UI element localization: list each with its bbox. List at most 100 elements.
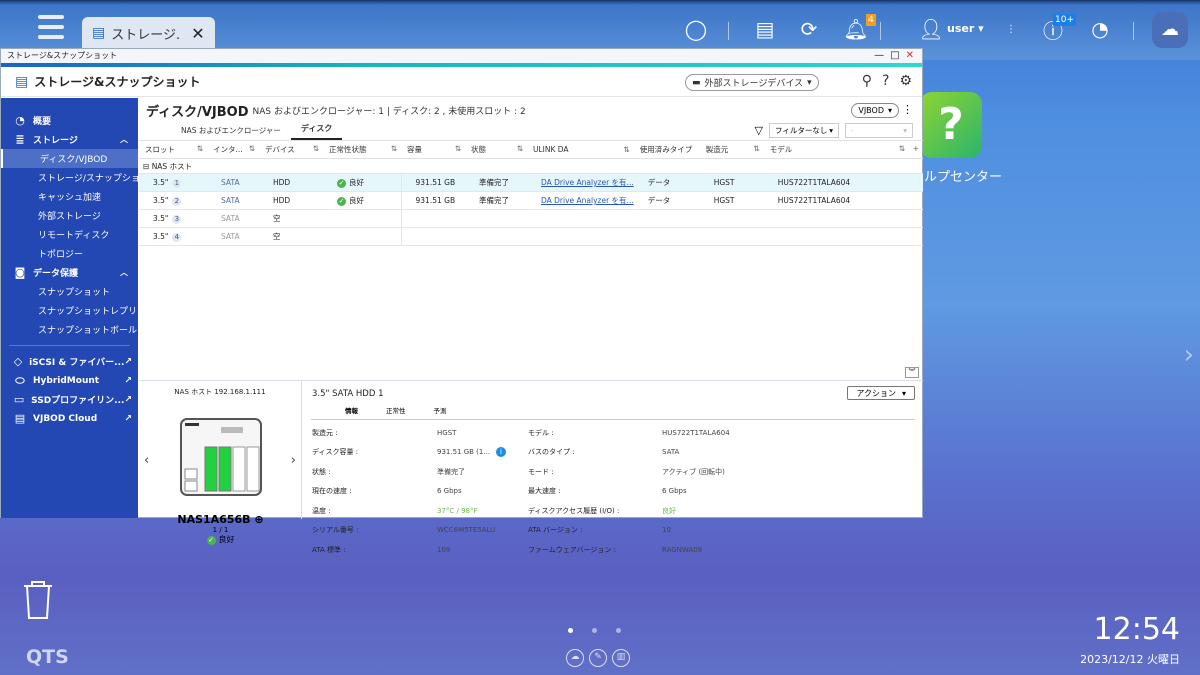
vjbod-dropdown[interactable]: VJBOD ▾ <box>851 103 899 118</box>
chevron-down-icon: ▾ <box>807 77 812 88</box>
sidebar-item-remote-disk[interactable]: リモートディスク <box>1 225 138 244</box>
col-capacity[interactable]: 容量 ⇅ <box>401 140 465 159</box>
detail-row: シリアル番号 : WCC6M5TE5ALU ATA バージョン :10 <box>312 526 671 535</box>
table-row[interactable]: 3.5" 3 SATA 空 <box>139 209 923 228</box>
gear-icon[interactable]: ⚙ <box>899 73 912 89</box>
table-row[interactable]: 3.5" 4 SATA 空 <box>139 227 923 246</box>
col-health[interactable]: 正常性状態 ⇅ <box>323 140 401 159</box>
sidebar-item-storage-snapshots[interactable]: ストレージ/スナップショ... <box>1 168 138 187</box>
more-options-icon[interactable]: ⋮ <box>998 16 1024 42</box>
sidebar-label: スナップショットボールト <box>38 326 138 336</box>
trash-icon[interactable] <box>22 578 54 620</box>
chevron-up-icon: ︿ <box>120 135 128 144</box>
sidebar-item-storage[interactable]: ≣ ストレージ ︿ <box>1 130 138 149</box>
table-row[interactable]: 3.5" 1 SATA HDD ✓ 良好 931.51 GB 準備完了 DA Drive… <box>139 173 923 192</box>
prev-device-arrow[interactable]: ‹ <box>144 453 149 468</box>
close-tab-icon[interactable]: ✕ <box>191 24 204 43</box>
filter-select[interactable]: フィルターなし ▾ <box>769 123 839 138</box>
summary-text: NAS およびエンクロージャー: 1 | ディスク: 2 , 未使用スロット :… <box>252 106 526 117</box>
external-link-icon: ↗ <box>124 394 132 405</box>
external-storage-dropdown[interactable]: ▬ 外部ストレージデバイス ▾ <box>685 74 819 91</box>
app-title: ストレージ&スナップショット <box>34 75 201 89</box>
chevron-down-icon: ▾ <box>901 388 906 398</box>
external-device-icon[interactable]: ⟳ <box>796 16 822 42</box>
col-vendor[interactable]: 製造元 ⇅ <box>699 140 764 159</box>
info-icon[interactable]: i <box>496 447 507 458</box>
device-panel: NAS ホスト 192.168.1.111 ‹ › NAS1A656B ⊕ 1 … <box>139 381 302 545</box>
collapse-icon[interactable]: ⊟ <box>143 162 149 171</box>
tab-prediction[interactable]: 予測 <box>434 405 447 415</box>
drive-analyzer-link[interactable]: DA Drive Analyzer を有... <box>541 196 634 205</box>
page-title: ディスク/VJBOD <box>146 104 249 120</box>
more-options-icon[interactable]: ⋮ <box>902 103 913 116</box>
main-menu-button[interactable] <box>38 15 64 39</box>
qts-logo: QTS <box>26 646 69 668</box>
col-model[interactable]: モデル ⇅ + <box>763 140 923 159</box>
cloud-icon[interactable]: ☁ <box>1152 12 1188 48</box>
sidebar-item-snapshot[interactable]: スナップショット <box>1 282 138 301</box>
page-dot[interactable] <box>592 628 597 633</box>
tab-info[interactable]: 情報 <box>345 405 358 415</box>
page-dot[interactable] <box>568 628 573 633</box>
device-page: 1 / 1 <box>212 526 229 534</box>
sidebar-item-vjbod-cloud[interactable]: ▤ VJBOD Cloud ↗ <box>1 409 138 428</box>
tab-nas-enclosures[interactable]: NAS およびエンクロージャー <box>171 125 291 140</box>
maximize-button[interactable]: □ <box>890 49 899 63</box>
action-dropdown[interactable]: アクション ▾ <box>847 386 915 400</box>
table-row[interactable]: 3.5" 2 SATA HDD ✓ 良好 931.51 GB 準備完了 DA Drive… <box>139 191 923 210</box>
help-icon[interactable]: ? <box>882 73 889 89</box>
user-menu[interactable]: user ▾ <box>947 22 984 35</box>
sidebar-item-snapshot-vault[interactable]: スナップショットボールト <box>1 320 138 339</box>
zoom-in-icon[interactable]: ⊕ <box>254 513 263 526</box>
app-tab-storage[interactable]: ▤ ストレージ... ✕ <box>82 17 215 49</box>
user-avatar-icon[interactable]: 👤︎ <box>918 16 944 42</box>
add-column-icon: + <box>912 144 919 153</box>
sidebar-item-ssd-profiling[interactable]: ▭ SSDプロファイリン... ↗ <box>1 390 138 409</box>
diagnose-icon[interactable]: ⚲ <box>862 73 872 89</box>
tab-health[interactable]: 正常性 <box>386 405 406 415</box>
col-ulink-da[interactable]: ULINK DA ⇅ <box>527 140 634 159</box>
sidebar-item-hybridmount[interactable]: ⬭ HybridMount ↗ <box>1 371 138 390</box>
col-device[interactable]: デバイス ⇅ <box>259 140 323 159</box>
utility-icon[interactable]: ✎ <box>589 649 607 667</box>
minimize-button[interactable]: — <box>874 49 884 63</box>
filter-icon[interactable]: ▽ <box>755 124 763 137</box>
tab-disks[interactable]: ディスク <box>290 123 343 140</box>
myqnapcloud-icon[interactable]: ☁ <box>566 649 584 667</box>
sidebar-item-data-protection[interactable]: ◙ データ保護 ︿ <box>1 263 138 282</box>
sidebar-item-snapshot-replica[interactable]: スナップショットレプリカ <box>1 301 138 320</box>
sidebar-item-overview[interactable]: ◔ 概要 <box>1 111 138 130</box>
collapse-panel-button[interactable]: ︾ <box>905 367 919 378</box>
close-window-button[interactable]: ✕ <box>906 49 914 63</box>
drive-analyzer-link[interactable]: DA Drive Analyzer を有... <box>541 178 634 187</box>
sidebar-item-iscsi[interactable]: ◇ iSCSI & ファイバー... ↗ <box>1 352 138 371</box>
group-row[interactable]: ⊟ NAS ホスト <box>139 158 923 174</box>
next-device-arrow[interactable]: › <box>291 453 296 468</box>
col-status[interactable]: 状態 ⇅ <box>465 140 527 159</box>
sidebar-item-disks-vjbod[interactable]: ディスク/VJBOD <box>1 149 138 168</box>
col-slot[interactable]: スロット ⇅ <box>139 140 207 159</box>
sidebar-item-external-storage[interactable]: 外部ストレージ <box>1 206 138 225</box>
divider <box>728 22 729 40</box>
sidebar-label: ディスク/VJBOD <box>40 155 108 165</box>
sidebar-item-topology[interactable]: トポロジー <box>1 244 138 263</box>
help-center-icon[interactable]: ? <box>920 92 982 158</box>
chevron-down-icon: ▾ <box>887 106 892 115</box>
disk-title: 3.5" SATA HDD 1 <box>312 389 384 399</box>
window-titlebar[interactable]: ストレージ&スナップショット — □ ✕ <box>1 49 922 63</box>
external-link-icon: ↗ <box>124 356 132 367</box>
sidebar-label: 外部ストレージ <box>38 212 101 222</box>
col-used-type[interactable]: 使用済みタイプ <box>633 140 700 159</box>
resource-monitor-icon[interactable]: ◔ <box>1087 16 1113 42</box>
dock: ☁ ✎ ▥ <box>566 649 630 667</box>
vjbod-cloud-icon: ▤ <box>14 412 26 425</box>
detail-row: 温度 :37°C / 98°F ディスクアクセス履歴 (I/O) : 良好 <box>312 506 676 515</box>
page-dot[interactable] <box>616 628 621 633</box>
manual-icon[interactable]: ▥ <box>612 649 630 667</box>
filter-value-select[interactable]: - ▾ <box>845 123 913 138</box>
col-interface[interactable]: インタ... ⇅ <box>207 140 259 159</box>
background-tasks-icon[interactable]: ▤ <box>752 16 778 42</box>
search-icon[interactable]: ◯ <box>683 16 709 42</box>
sidebar-item-cache[interactable]: キャッシュ加速 <box>1 187 138 206</box>
next-page-arrow[interactable]: › <box>1184 340 1194 370</box>
